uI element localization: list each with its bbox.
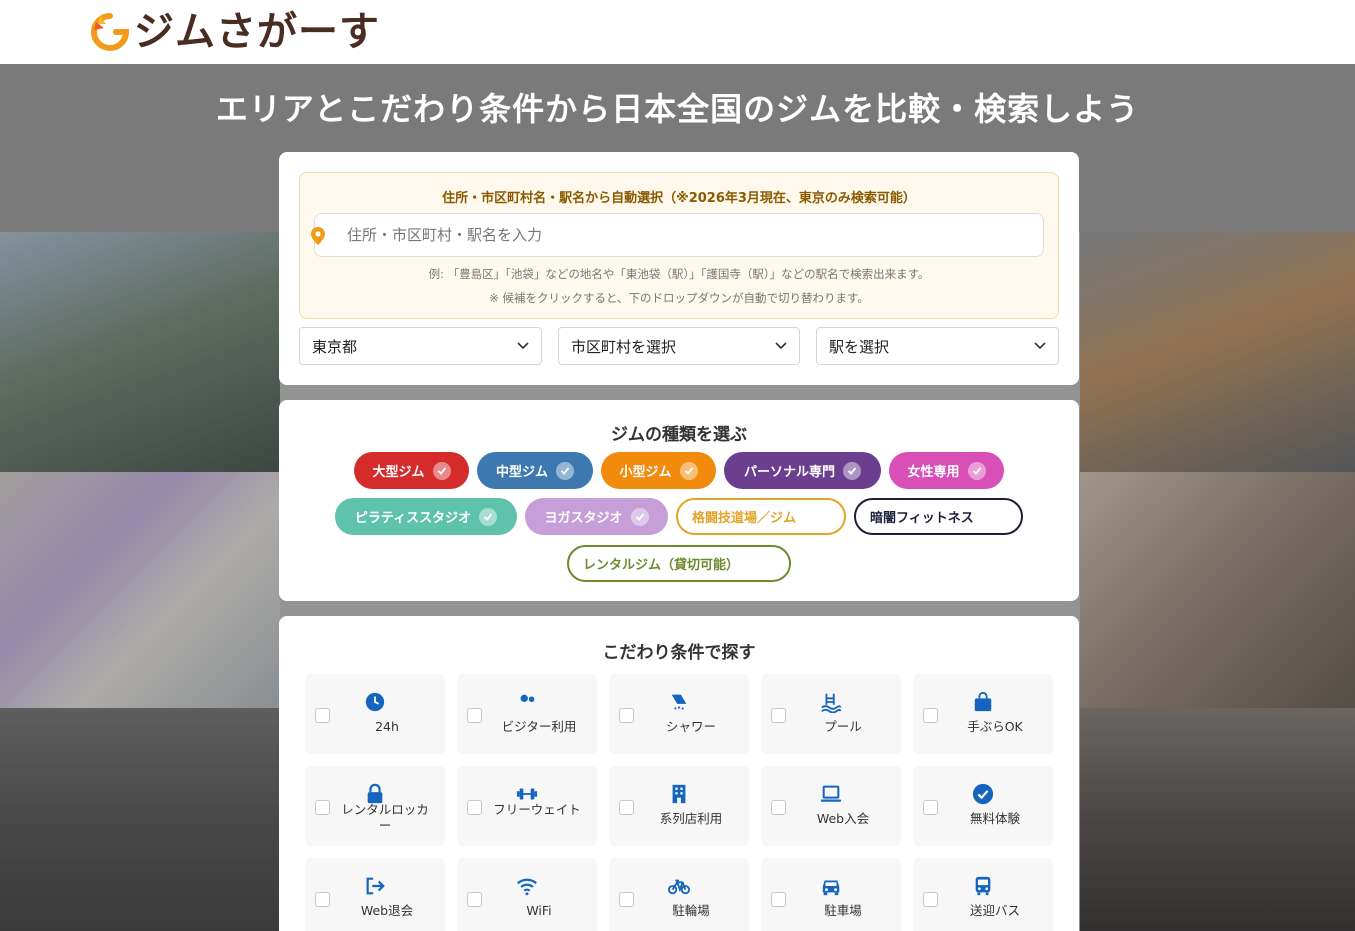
address-search-input[interactable] xyxy=(314,213,1044,257)
conditions-card: こだわり条件で探す 24h ビジター利用 シャワー プール 手ぶらOK レンタルロッカー フ… xyxy=(279,616,1079,931)
hero-title: エリアとこだわり条件から日本全国のジムを比較・検索しよう xyxy=(215,90,1140,128)
gym-type-chip[interactable]: 格闘技道場／ジム xyxy=(676,498,846,535)
gym-type-chip[interactable]: ヨガスタジオ xyxy=(525,498,668,535)
gym-type-chip-label: 格闘技道場／ジム xyxy=(692,511,797,526)
users-icon xyxy=(457,691,597,713)
chevron-down-icon xyxy=(1034,342,1046,350)
gym-type-chip[interactable]: 女性専用 xyxy=(889,452,1004,489)
building-icon xyxy=(609,783,749,805)
condition-tile[interactable]: Web入会 xyxy=(761,766,901,846)
condition-label: Web入会 xyxy=(816,811,870,826)
condition-label: 系列店利用 xyxy=(659,811,723,826)
gym-type-chip-label: 中型ジム xyxy=(495,465,548,480)
condition-tile[interactable]: 24h xyxy=(305,674,445,754)
gym-type-title: ジムの種類を選ぶ xyxy=(611,425,747,445)
condition-label: 24h xyxy=(375,719,399,734)
car-icon xyxy=(761,875,901,897)
gym-type-card: ジムの種類を選ぶ 大型ジム 中型ジム 小型ジム パーソナル専門 女性専用ピラティススタジ… xyxy=(279,400,1079,601)
gym-type-chip[interactable]: 中型ジム xyxy=(477,452,593,489)
auto-select-box: 住所・市区町村名・駅名から自動選択（※2026年3月現在、東京のみ検索可能） 例… xyxy=(299,172,1059,319)
condition-label: フリーウェイト xyxy=(493,802,581,817)
condition-label: 駐車場 xyxy=(824,903,862,918)
gym-type-chip-label: 女性専用 xyxy=(907,465,960,480)
check-icon xyxy=(679,461,698,480)
check-icon xyxy=(967,461,986,480)
location-pin-icon xyxy=(311,227,325,245)
check-icon xyxy=(479,507,498,526)
gym-type-chip-label: 小型ジム xyxy=(619,465,672,480)
gym-type-chip-label: ヨガスタジオ xyxy=(544,511,623,526)
condition-label: 駐輪場 xyxy=(672,903,710,918)
condition-tile[interactable]: 送迎バス xyxy=(913,858,1053,931)
bus-icon xyxy=(913,875,1053,897)
check-icon xyxy=(630,507,649,526)
gym-type-chip[interactable]: 大型ジム xyxy=(354,452,469,489)
condition-tile[interactable]: フリーウェイト xyxy=(457,766,597,846)
station-select-value: 駅を選択 xyxy=(829,337,890,356)
logo-text: ジムさがーす xyxy=(134,9,380,55)
gym-type-chip[interactable]: 暗闇フィットネス xyxy=(854,498,1023,535)
condition-label: レンタルロッカー xyxy=(341,802,429,834)
condition-label: 送迎バス xyxy=(969,903,1020,918)
check-circle-icon xyxy=(913,783,1053,805)
laptop-icon xyxy=(761,783,901,805)
condition-tile[interactable]: 系列店利用 xyxy=(609,766,749,846)
gym-type-chip-label: パーソナル専門 xyxy=(743,465,835,480)
gym-type-chip[interactable]: レンタルジム（貸切可能） xyxy=(567,545,791,582)
city-select-value: 市区町村を選択 xyxy=(571,337,677,356)
condition-label: プール xyxy=(824,719,862,734)
condition-label: シャワー xyxy=(665,719,716,734)
condition-tile[interactable]: レンタルロッカー xyxy=(305,766,445,846)
shower-icon xyxy=(609,691,749,713)
condition-tile[interactable]: WiFi xyxy=(457,858,597,931)
check-icon xyxy=(556,461,574,480)
conditions-title: こだわり条件で探す xyxy=(602,643,756,663)
gym-type-chip-label: レンタルジム（貸切可能） xyxy=(583,558,740,573)
gym-type-chip[interactable]: ピラティススタジオ xyxy=(335,498,517,535)
gym-type-chip-label: ピラティススタジオ xyxy=(354,511,472,526)
check-icon xyxy=(843,461,861,480)
gym-type-chip[interactable]: パーソナル専門 xyxy=(724,452,881,489)
condition-tile[interactable]: 駐車場 xyxy=(761,858,901,931)
search-hint-note: ※ 候補をクリックすると、下のドロップダウンが自動で切り替わります。 xyxy=(489,291,869,305)
search-example-note: 例: 「豊島区」「池袋」などの地名や「東池袋（駅）」「護国寺（駅）」などの駅名で… xyxy=(428,267,930,281)
site-header: ジムさがーす xyxy=(0,0,1355,64)
condition-label: 無料体験 xyxy=(969,811,1020,826)
condition-label: 手ぶらOK xyxy=(967,719,1023,734)
condition-tile[interactable]: シャワー xyxy=(609,674,749,754)
gym-type-chip-label: 大型ジム xyxy=(372,465,425,480)
auto-select-title: 住所・市区町村名・駅名から自動選択（※2026年3月現在、東京のみ検索可能） xyxy=(442,191,916,206)
condition-tile[interactable]: 手ぶらOK xyxy=(913,674,1053,754)
clock-icon xyxy=(305,691,445,713)
condition-tile[interactable]: Web退会 xyxy=(305,858,445,931)
condition-tile[interactable]: プール xyxy=(761,674,901,754)
wifi-icon xyxy=(457,875,597,897)
chevron-down-icon xyxy=(517,342,529,350)
check-icon xyxy=(432,461,451,480)
city-select[interactable]: 市区町村を選択 xyxy=(558,327,800,365)
condition-label: WiFi xyxy=(526,903,552,918)
bag-icon xyxy=(913,691,1053,713)
area-search-card: 住所・市区町村名・駅名から自動選択（※2026年3月現在、東京のみ検索可能） 例… xyxy=(279,152,1079,385)
condition-tile[interactable]: 無料体験 xyxy=(913,766,1053,846)
prefecture-select[interactable]: 東京都 xyxy=(299,327,542,365)
site-logo[interactable]: ジムさがーす xyxy=(90,8,380,56)
gym-type-chip[interactable]: 小型ジム xyxy=(601,452,716,489)
condition-tile[interactable]: 駐輪場 xyxy=(609,858,749,931)
pool-icon xyxy=(761,691,901,713)
logo-mark-icon xyxy=(91,13,130,51)
chevron-down-icon xyxy=(775,342,787,350)
prefecture-select-value: 東京都 xyxy=(312,337,358,356)
condition-label: ビジター利用 xyxy=(501,719,577,734)
station-select[interactable]: 駅を選択 xyxy=(816,327,1059,365)
logout-icon xyxy=(305,875,445,897)
bicycle-icon xyxy=(609,875,749,897)
gym-type-chip-label: 暗闇フィットネス xyxy=(870,511,974,526)
condition-tile[interactable]: ビジター利用 xyxy=(457,674,597,754)
condition-label: Web退会 xyxy=(360,903,414,918)
